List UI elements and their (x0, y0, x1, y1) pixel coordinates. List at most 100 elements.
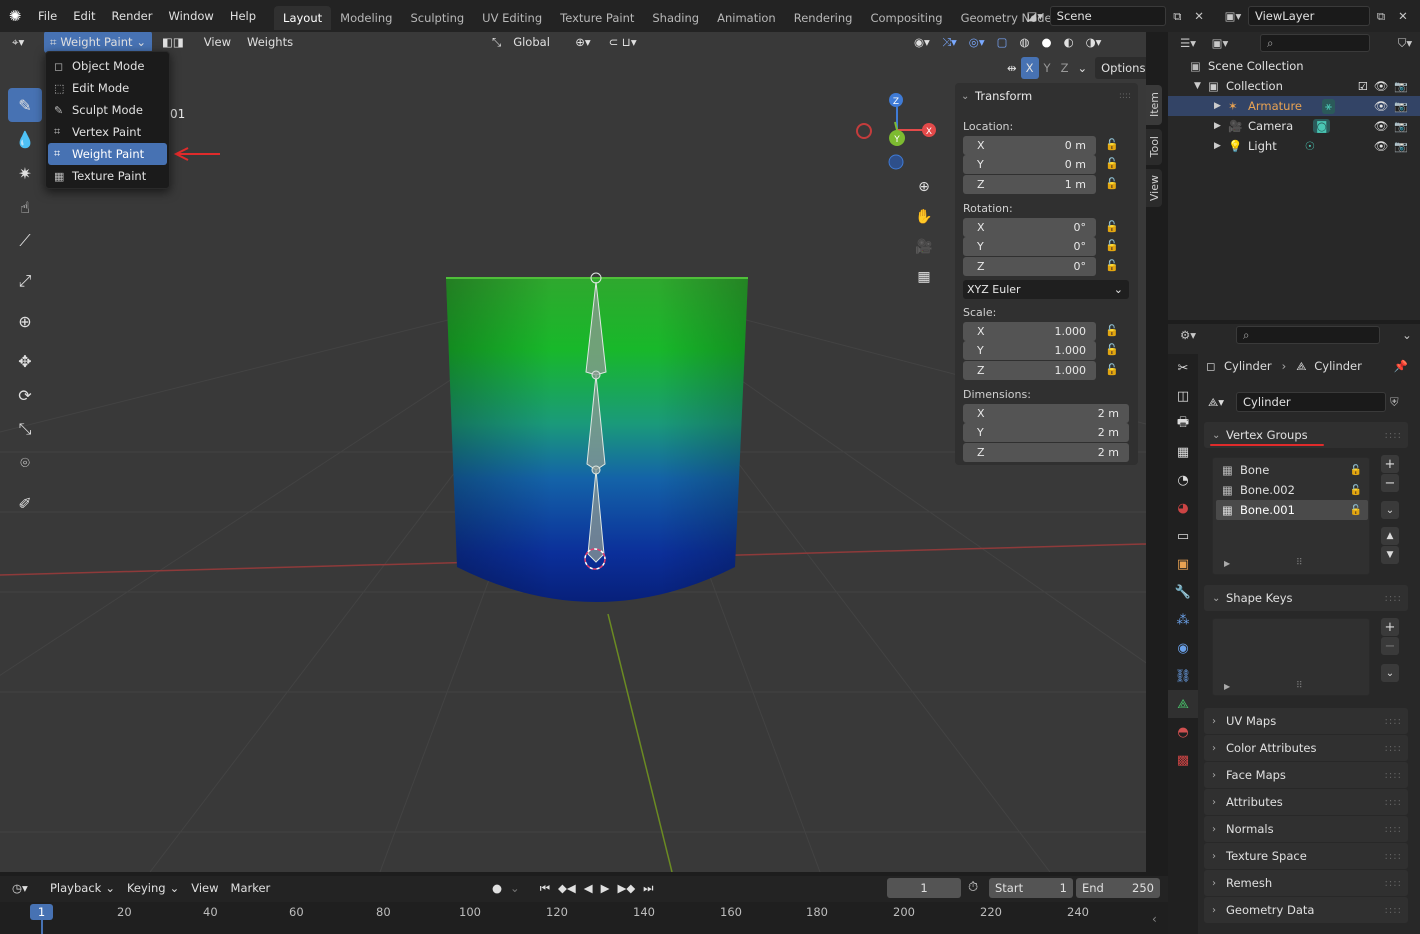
keying-set-icon[interactable]: ⌄ (506, 877, 524, 899)
menu-item-weight-paint[interactable]: ⌗ Weight Paint (48, 143, 167, 165)
options-dropdown[interactable]: Options ⌄ (1095, 57, 1146, 79)
visibility-icon[interactable]: ◉▾ (908, 32, 936, 53)
face-maps-panel-header[interactable]: › Face Maps:::: (1204, 762, 1408, 788)
light-data-icon[interactable]: ☉ (1305, 139, 1315, 153)
material-properties-icon[interactable]: ◓ (1168, 718, 1198, 746)
particle-properties-icon[interactable]: ⁂ (1168, 606, 1198, 634)
cursor-tool-icon[interactable]: ⊕ (8, 304, 42, 338)
menu-item-vertex-paint[interactable]: ⌗ Vertex Paint (46, 121, 169, 143)
mesh-datablock-selector[interactable]: ⟁▾ Cylinder ⛨ (1208, 392, 1410, 412)
tool-properties-icon[interactable]: ✂ (1168, 354, 1198, 382)
shading-wireframe-icon[interactable]: ◍ (1013, 32, 1035, 53)
lock-icon[interactable]: 🔓 (1350, 505, 1362, 516)
outliner-item-camera[interactable]: ▶ 🎥 Camera ◙ 👁 📷 (1168, 116, 1420, 136)
vertex-group-item[interactable]: ▦ Bone 🔓 (1216, 460, 1368, 480)
scale-tool-icon[interactable]: ⤡ (8, 412, 42, 446)
texture-properties-icon[interactable]: ▩ (1168, 746, 1198, 774)
render-properties-icon[interactable]: ◫ (1168, 382, 1198, 410)
timeline-editor-type-icon[interactable]: ◷▾ (6, 877, 40, 899)
location-x-field[interactable]: X 0 m (963, 136, 1096, 155)
xray-toggle-icon[interactable]: ▢ (991, 32, 1014, 53)
camera-render-icon[interactable]: 📷 (1394, 140, 1408, 153)
tab-modeling[interactable]: Modeling (331, 6, 401, 30)
camera-render-icon[interactable]: 📷 (1394, 80, 1408, 93)
average-brush-icon[interactable]: ✷ (8, 156, 42, 190)
view-layer-selector[interactable]: ▣▾ ViewLayer ⧉ ✕ (1218, 5, 1418, 27)
scale-z-field[interactable]: Z 1.000 (963, 361, 1096, 380)
transform-tool-icon[interactable]: ⌾ (8, 446, 42, 480)
lock-icon[interactable]: 🔓 (1350, 465, 1362, 476)
world-properties-icon[interactable]: ◕ (1168, 494, 1198, 522)
chevron-left-icon[interactable]: ‹ (1152, 912, 1157, 926)
lock-icon[interactable]: 🔓 (1350, 485, 1362, 496)
menu-help[interactable]: Help (222, 9, 264, 23)
vertex-group-item[interactable]: ▦ Bone.002 🔓 (1216, 480, 1368, 500)
list-expand-icon[interactable]: ▶ (1224, 682, 1230, 691)
uv-maps-panel-header[interactable]: › UV Maps:::: (1204, 708, 1408, 734)
orientation-dropdown[interactable]: Global (507, 32, 569, 53)
tab-rendering[interactable]: Rendering (785, 6, 862, 30)
play-reverse-icon[interactable]: ◀ (580, 877, 597, 899)
lock-icon[interactable]: 🔓 (1105, 177, 1119, 190)
pivot-icon[interactable]: ⊕▾ (569, 32, 596, 53)
remove-vertex-group-button[interactable]: − (1381, 474, 1399, 492)
lock-icon[interactable]: 🔓 (1105, 259, 1119, 272)
rotate-tool-icon[interactable]: ⟳ (8, 378, 42, 412)
properties-search-input[interactable]: ⌕ (1236, 326, 1380, 344)
location-z-field[interactable]: Z 1 m (963, 175, 1096, 194)
shape-key-specials-button[interactable]: ⌄ (1381, 664, 1399, 682)
dimension-x-field[interactable]: X 2 m (963, 404, 1129, 423)
data-properties-icon[interactable]: ⟁ (1168, 690, 1198, 718)
lock-icon[interactable]: 🔓 (1105, 324, 1119, 337)
scale-y-field[interactable]: Y 1.000 (963, 341, 1096, 360)
list-resize-grip-icon[interactable]: ⠿ (1296, 558, 1303, 568)
scene-properties-icon[interactable]: ◔ (1168, 466, 1198, 494)
fake-user-shield-icon[interactable]: ⛨ (1390, 395, 1399, 410)
camera-render-icon[interactable]: 📷 (1394, 100, 1408, 113)
filter-icon[interactable]: ⛉▾ (1392, 33, 1418, 53)
expand-right-icon[interactable]: ▶ (1214, 101, 1228, 111)
armature-data-icon[interactable]: ⚹ (1322, 98, 1335, 114)
lock-icon[interactable]: 🔓 (1105, 239, 1119, 252)
list-expand-icon[interactable]: ▶ (1224, 559, 1230, 568)
camera-data-icon[interactable]: ◙ (1313, 119, 1331, 133)
outliner-editor-type-icon[interactable]: ☰▾ (1172, 33, 1204, 53)
pan-hand-icon[interactable]: ✋ (910, 202, 938, 232)
rotation-mode-dropdown[interactable]: XYZ Euler ⌄ (963, 280, 1129, 299)
mirror-y-toggle[interactable]: Y (1039, 57, 1056, 79)
menu-window[interactable]: Window (160, 9, 221, 23)
sample-weight-icon[interactable]: ⤢ (8, 264, 42, 298)
current-frame-field[interactable]: 1 (887, 878, 961, 898)
editor-type-button[interactable]: ⌖▾ (6, 32, 40, 53)
texture-space-panel-header[interactable]: › Texture Space:::: (1204, 843, 1408, 869)
keying-menu[interactable]: Keying ⌄ (121, 877, 185, 899)
lock-icon[interactable]: 🔓 (1105, 343, 1119, 356)
rotation-y-field[interactable]: Y 0° (963, 237, 1096, 256)
sidebar-tab-view[interactable]: View (1146, 169, 1162, 207)
draw-brush-icon[interactable]: ✎ (8, 88, 42, 122)
scene-name-field[interactable]: Scene (1049, 6, 1167, 26)
lock-icon[interactable]: 🔓 (1105, 363, 1119, 376)
playback-menu[interactable]: Playback ⌄ (44, 877, 121, 899)
mirror-z-toggle[interactable]: Z (1056, 57, 1074, 79)
chevron-down-icon[interactable]: ⌄ (1396, 325, 1418, 345)
output-properties-icon[interactable]: 🖶 (1168, 410, 1198, 438)
menu-item-texture-paint[interactable]: ▦ Texture Paint (46, 165, 169, 187)
eye-icon[interactable]: 👁 (1374, 119, 1389, 133)
blur-brush-icon[interactable]: 💧 (8, 122, 42, 156)
annotate-tool-icon[interactable]: ✐ (8, 486, 42, 520)
outliner-collection[interactable]: ▼ ▣ Collection ☑ 👁 📷 (1168, 76, 1420, 96)
remesh-panel-header[interactable]: › Remesh:::: (1204, 870, 1408, 896)
tab-uv-editing[interactable]: UV Editing (473, 6, 551, 30)
timeline-view-menu[interactable]: View (185, 877, 224, 899)
menu-item-edit-mode[interactable]: ⬚ Edit Mode (46, 77, 169, 99)
tab-compositing[interactable]: Compositing (861, 6, 951, 30)
menu-item-object-mode[interactable]: ◻ Object Mode (46, 55, 169, 77)
sidebar-tab-item[interactable]: Item (1146, 85, 1162, 125)
view-layer-name-field[interactable]: ViewLayer (1248, 6, 1370, 26)
overlay-toggle-icon[interactable]: ◎▾ (963, 32, 991, 53)
next-keyframe-icon[interactable]: ▶◆ (613, 877, 639, 899)
dimension-y-field[interactable]: Y 2 m (963, 423, 1129, 442)
rotation-x-field[interactable]: X 0° (963, 218, 1096, 237)
stopwatch-icon[interactable]: ⏱ (968, 880, 978, 895)
